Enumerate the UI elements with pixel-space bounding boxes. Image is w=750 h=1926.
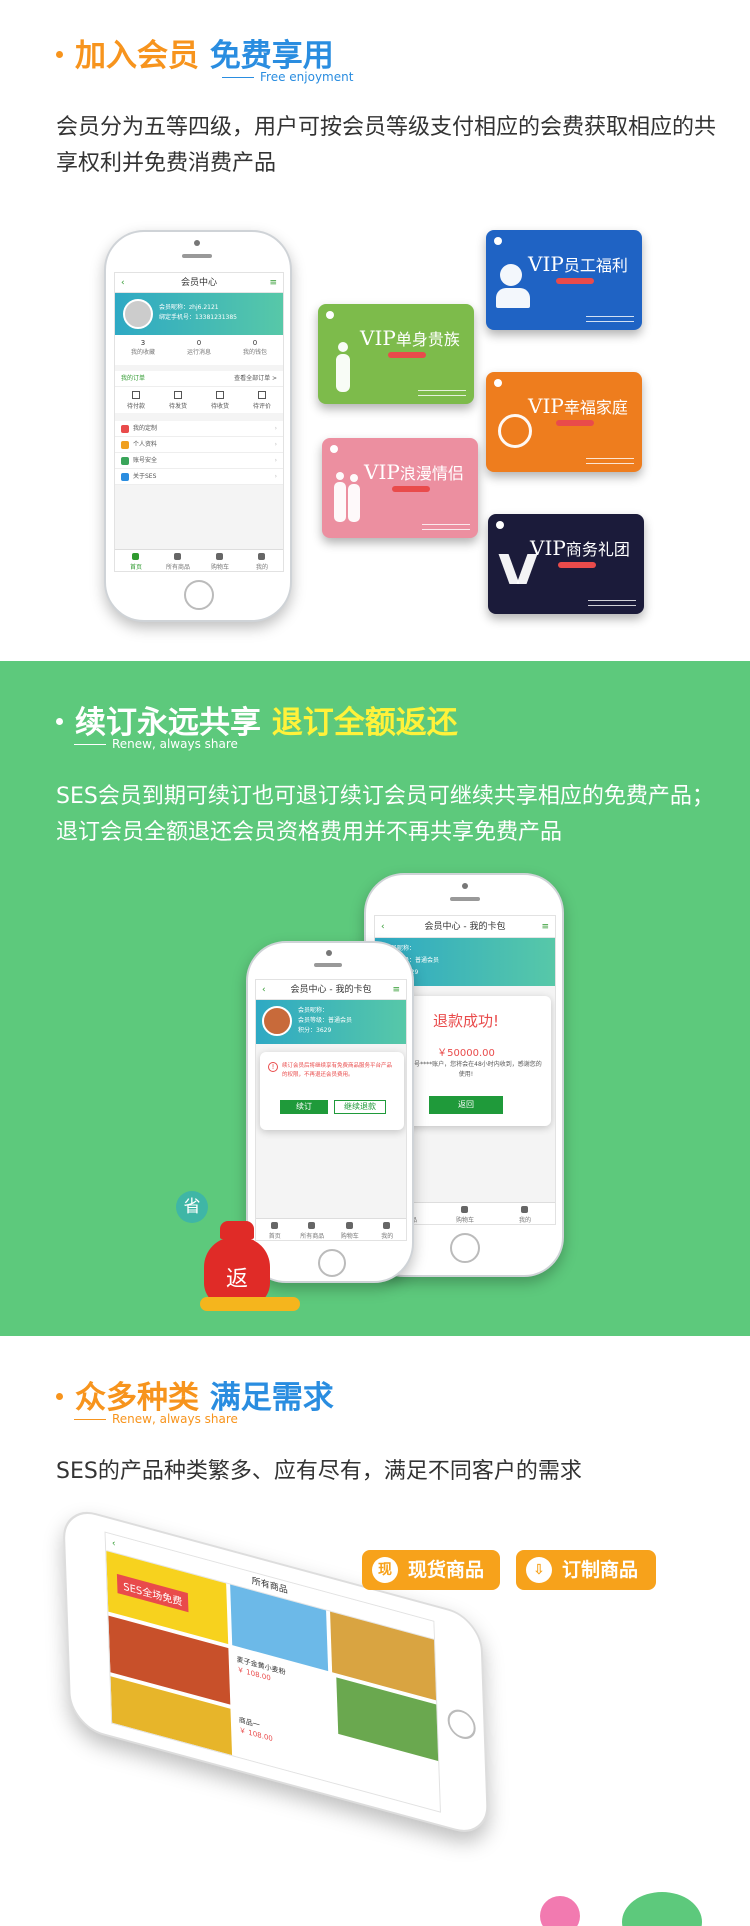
nav-cart[interactable]: 购物车 xyxy=(331,1219,369,1240)
section1-heading: 加入会员 免费享用 xyxy=(56,30,334,75)
renew-confirm-dialog: ! 续订会员后将继续享有免费商品服务平台产品的权限，不再退还会员费用。 续订 继… xyxy=(260,1052,404,1130)
home-button xyxy=(447,1706,477,1743)
chevron-right-icon: › xyxy=(274,425,277,432)
section1-description: 会员分为五等四级，用户可按会员等级支付相应的会费获取相应的共享权利并免费消费产品 xyxy=(56,115,717,176)
section3-subtitle: Renew, always share xyxy=(74,1412,238,1426)
back-icon[interactable]: ‹ xyxy=(112,1534,116,1553)
home-button xyxy=(318,1249,346,1277)
refund-button[interactable]: 继续退款 xyxy=(334,1100,386,1114)
decor-circle xyxy=(622,1892,702,1926)
card-logo xyxy=(326,311,337,319)
bullet-dot xyxy=(56,718,63,725)
heading-part-a: 加入会员 xyxy=(75,38,199,74)
row-profile[interactable]: 个人资料 › xyxy=(115,437,283,453)
heading-part-a: 众多种类 xyxy=(75,1380,199,1416)
nav-all-products[interactable]: 所有商品 xyxy=(294,1219,332,1240)
screen-header: ‹ 会员中心 - 我的卡包 ≡ xyxy=(375,916,555,938)
phone-screen: ‹ 会员中心 - 我的卡包 ≡ 会员昵称： 会员等级：普通会员 积分：3629 … xyxy=(255,979,407,1241)
nav-mine[interactable]: 我的 xyxy=(241,550,283,571)
warning-icon: ! xyxy=(268,1062,278,1072)
back-icon[interactable]: ‹ xyxy=(121,273,125,293)
home-button xyxy=(450,1233,480,1263)
back-icon[interactable]: ‹ xyxy=(381,916,385,938)
avatar xyxy=(123,299,153,329)
section1-subtitle: Free enjoyment xyxy=(222,70,353,84)
heading-part-b: 满足需求 xyxy=(209,1380,334,1416)
menu-icon[interactable]: ≡ xyxy=(392,980,400,1000)
chevron-right-icon: › xyxy=(274,457,277,464)
back-icon[interactable]: ‹ xyxy=(262,980,266,1000)
order-state-unshipped[interactable]: 待发货 xyxy=(157,387,199,413)
card-logo xyxy=(494,379,505,387)
member-banner: 会员昵称：zhj6.2121 绑定手机号：13381231385 xyxy=(115,293,283,335)
section2-subtitle: Renew, always share xyxy=(74,737,238,751)
vip-card-employee: VIP员工福利 xyxy=(486,230,642,330)
card-logo xyxy=(496,521,507,529)
tag-custom[interactable]: ⇩ 订制商品 xyxy=(516,1550,656,1590)
menu-icon[interactable]: ≡ xyxy=(541,916,549,938)
order-state-unreceived[interactable]: 待收货 xyxy=(199,387,241,413)
phone-screen: ‹ 会员中心 ≡ 会员昵称：zhj6.2121 绑定手机号：1338123138… xyxy=(114,272,284,572)
orders-header[interactable]: 我的订单 查看全部订单 > xyxy=(115,371,283,387)
card-logo xyxy=(330,445,341,453)
home-button xyxy=(184,580,214,610)
bullet-dot xyxy=(56,51,63,58)
chevron-right-icon: › xyxy=(274,441,277,448)
phone-renew-dialog: ‹ 会员中心 - 我的卡包 ≡ 会员昵称： 会员等级：普通会员 积分：3629 … xyxy=(246,941,414,1283)
menu-icon[interactable]: ≡ xyxy=(269,273,277,293)
row-security[interactable]: 账号安全 › xyxy=(115,453,283,469)
member-banner: 会员昵称： 会员等级：普通会员 积分：3629 xyxy=(256,1000,406,1044)
bottom-nav: 首页 所有商品 购物车 我的 xyxy=(115,549,283,571)
bottom-nav: 首页 所有商品 购物车 我的 xyxy=(256,1218,406,1240)
heading-part-a: 续订永远共享 xyxy=(75,705,261,741)
order-state-review[interactable]: 待评价 xyxy=(241,387,283,413)
card-logo xyxy=(494,237,505,245)
section2-heading: 续订永远共享 退订全额返还 xyxy=(56,697,458,742)
tag-in-stock[interactable]: 现 现货商品 xyxy=(362,1550,500,1590)
nav-mine[interactable]: 我的 xyxy=(369,1219,407,1240)
stat-messages[interactable]: 0 运行消息 xyxy=(171,335,227,365)
vip-card-single: VIP单身贵族 xyxy=(318,304,474,404)
nav-mine[interactable]: 我的 xyxy=(495,1203,555,1224)
section2-description: SES会员到期可续订也可退订续订会员可继续共享相应的免费产品；退订会员全额退还会… xyxy=(56,784,714,845)
heading-part-b: 退订全额返还 xyxy=(271,705,458,741)
coins xyxy=(200,1297,300,1311)
back-button[interactable]: 返回 xyxy=(429,1096,503,1114)
phone-member-center: ‹ 会员中心 ≡ 会员昵称：zhj6.2121 绑定手机号：1338123138… xyxy=(104,230,292,622)
section-products: 众多种类 满足需求 Renew, always share SES的产品种类繁多… xyxy=(0,1336,750,1926)
order-state-unpaid[interactable]: 待付款 xyxy=(115,387,157,413)
section3-description: SES的产品种类繁多、应有尽有，满足不同客户的需求 xyxy=(56,1459,582,1484)
stats-row: 3 我的收藏 0 运行消息 0 我的钱包 xyxy=(115,335,283,365)
decor-circle xyxy=(540,1896,580,1926)
vip-card-couple: VIP浪漫情侣 xyxy=(322,438,478,538)
in-stock-icon: 现 xyxy=(372,1557,398,1583)
download-icon: ⇩ xyxy=(526,1557,552,1583)
row-my-custom[interactable]: 我的定制 › xyxy=(115,421,283,437)
vip-card-family: VIP幸福家庭 xyxy=(486,372,642,472)
section-membership: 加入会员 免费享用 Free enjoyment 会员分为五等四级，用户可按会员… xyxy=(0,0,750,661)
nav-home[interactable]: 首页 xyxy=(115,550,157,571)
nav-all-products[interactable]: 所有商品 xyxy=(157,550,199,571)
nav-home[interactable]: 首页 xyxy=(256,1219,294,1240)
avatar xyxy=(262,1006,292,1036)
screen-header: ‹ 会员中心 - 我的卡包 ≡ xyxy=(256,980,406,1000)
chevron-right-icon: › xyxy=(274,473,277,480)
stat-favorites[interactable]: 3 我的收藏 xyxy=(115,335,171,365)
section3-heading: 众多种类 满足需求 xyxy=(56,1372,334,1417)
row-about[interactable]: 关于SES › xyxy=(115,469,283,485)
nav-cart[interactable]: 购物车 xyxy=(199,550,241,571)
bullet-dot xyxy=(56,1393,63,1400)
save-badge: 省 xyxy=(176,1191,208,1223)
renew-notice: 续订会员后将继续享有免费商品服务平台产品的权限，不再退还会员费用。 xyxy=(282,1063,393,1078)
order-states: 待付款 待发货 待收货 待评价 xyxy=(115,387,283,413)
vip-card-business: VIP商务礼团 xyxy=(488,514,644,614)
stat-wallet[interactable]: 0 我的钱包 xyxy=(227,335,283,365)
heading-part-b: 免费享用 xyxy=(209,38,334,74)
section-renew: 续订永远共享 退订全额返还 Renew, always share SES会员到… xyxy=(0,661,750,1336)
renew-button[interactable]: 续订 xyxy=(280,1100,328,1114)
nav-cart[interactable]: 购物车 xyxy=(435,1203,495,1224)
screen-header: ‹ 会员中心 ≡ xyxy=(115,273,283,293)
